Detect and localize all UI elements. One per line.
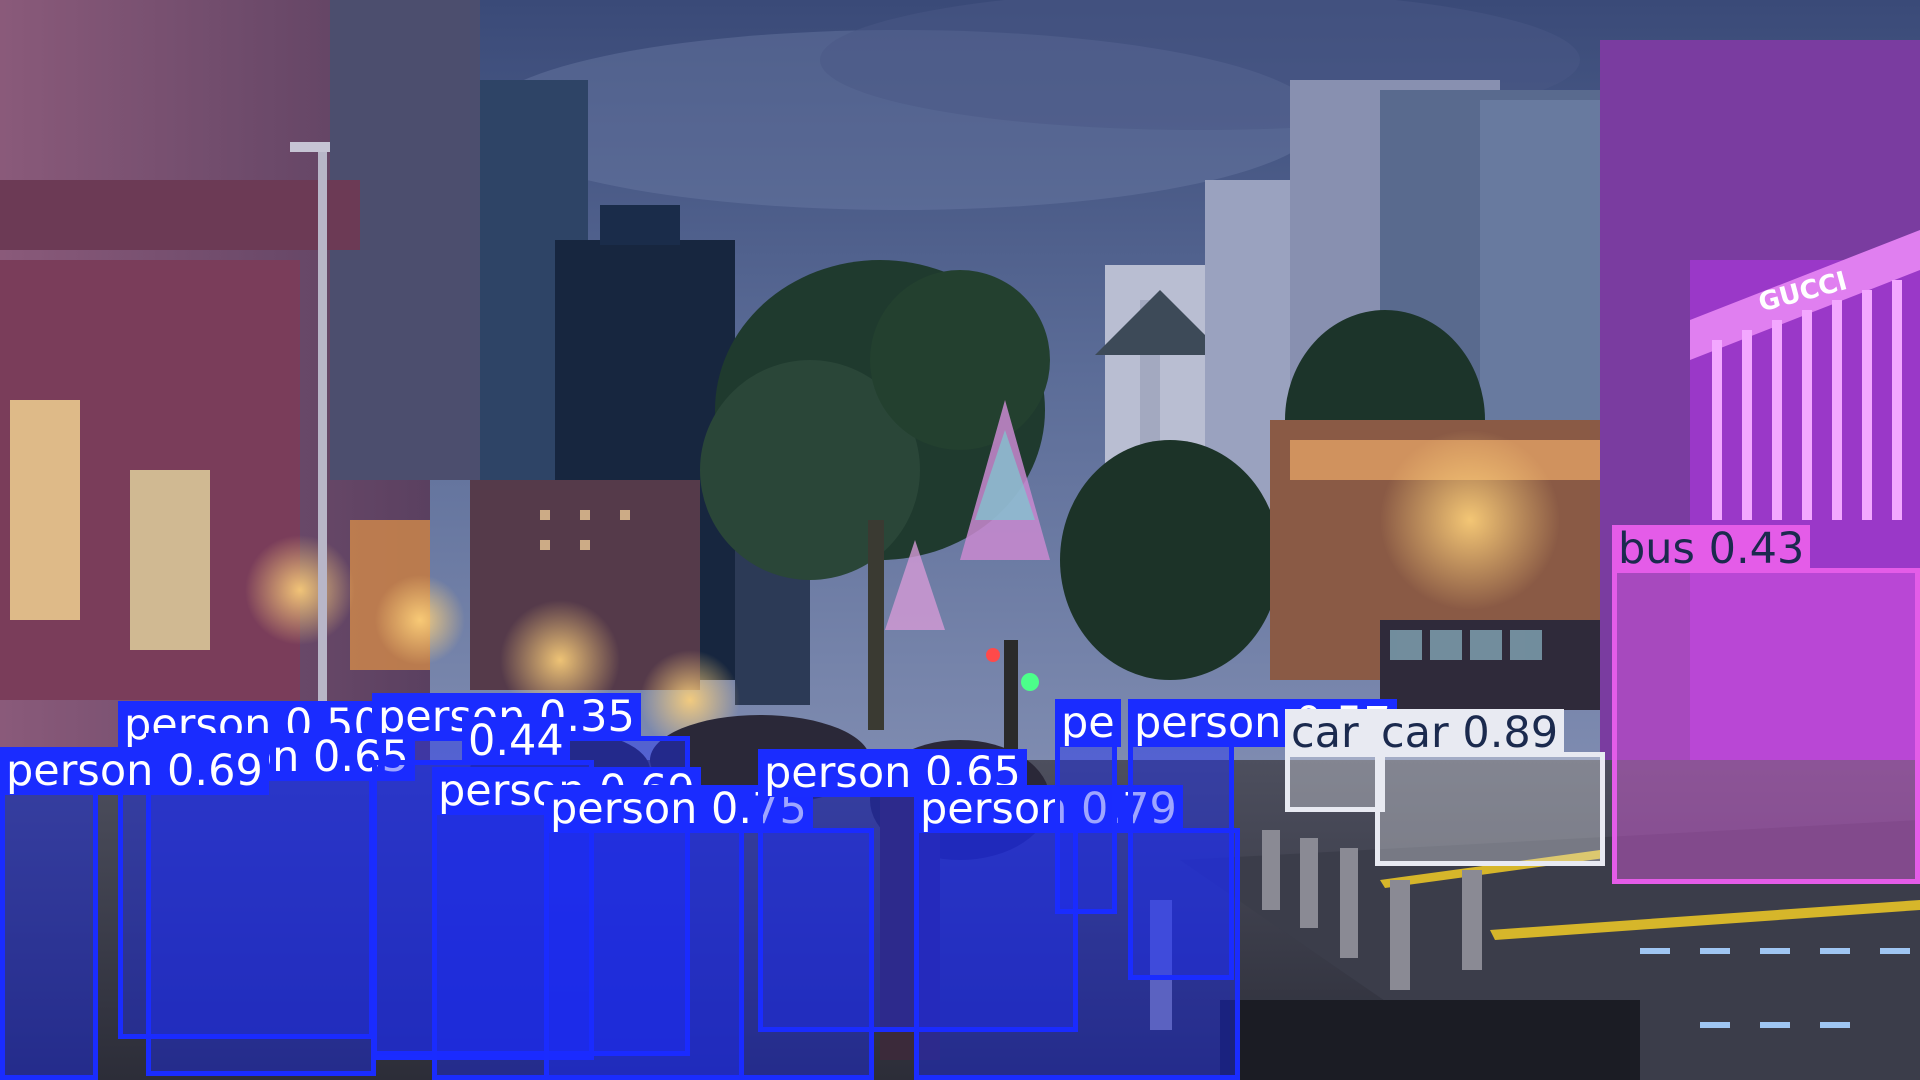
segmentation-mask: [151, 781, 371, 1071]
detection-box-person: person 0.65: [146, 733, 415, 1076]
detection-label: 0.44: [462, 717, 570, 765]
segmentation-mask: [1290, 757, 1380, 807]
street-scene: GUCCI person 0.50 person 0.35 person 0.6…: [0, 0, 1920, 1080]
segmentation-mask: [5, 795, 93, 1075]
detection-box-bus: bus 0.43: [1612, 525, 1920, 884]
detection-box-person: person 0.69: [0, 747, 269, 1080]
segmentation-mask: [1380, 757, 1600, 861]
detection-box-person: pe: [1055, 699, 1121, 914]
segmentation-mask: [1133, 747, 1229, 975]
segmentation-mask: [1060, 747, 1112, 909]
detection-label: car 0.89: [1375, 709, 1565, 757]
detection-box-person: person 0.57: [1128, 699, 1397, 980]
detection-label: bus 0.43: [1612, 525, 1811, 573]
detection-label: pe: [1055, 699, 1121, 747]
detection-box-car: car 0.75: [1285, 709, 1475, 812]
detection-label: person 0.69: [0, 747, 269, 795]
segmentation-mask: [1617, 573, 1915, 879]
detection-box-car: car 0.89: [1375, 709, 1605, 866]
